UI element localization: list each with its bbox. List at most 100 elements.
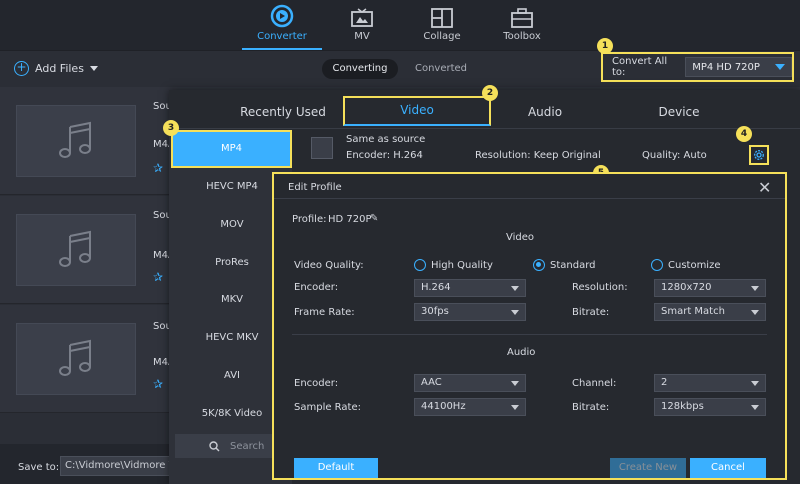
file-thumbnail [16,214,136,286]
tab-device[interactable]: Device [609,98,749,126]
radio-circle [414,259,426,271]
audio-bitrate-select[interactable]: 128kbps [654,398,766,416]
resolution-value: 1280x720 [661,282,712,293]
divider [274,198,785,199]
radio-label: Customize [668,259,721,271]
preset-icon [311,137,333,159]
radio-label: High Quality [431,259,493,271]
tab-mv[interactable]: MV [322,0,402,50]
preset-name: Same as source [346,134,426,145]
convert-all-label: Convert All to: [612,56,668,78]
edit-profile-button[interactable] [749,145,769,165]
chevron-down-icon [751,285,759,291]
radio-circle [533,259,545,271]
preset-quality: Quality: Auto [642,150,707,161]
tab-toolbox-label: Toolbox [503,31,541,42]
badge-2: 2 [482,85,498,101]
channel-value: 2 [661,377,668,388]
search-icon [209,440,220,451]
converting-tab[interactable]: Converting [322,59,398,79]
bitrate-select[interactable]: Smart Match [654,303,766,321]
tab-mv-label: MV [354,31,370,42]
edit-profile-dialog: Edit Profile ✕ Profile: HD 720P ✎ Video … [272,172,787,480]
preset-row[interactable]: Same as source Encoder: H.264 Resolution… [301,130,791,170]
format-item-mp4[interactable]: MP4 [171,130,292,168]
tv-icon [351,8,373,27]
add-files-button[interactable]: + Add Files [14,61,98,76]
sample-rate-value: 44100Hz [421,401,466,412]
tab-converter[interactable]: Converter [242,0,322,50]
audio-encoder-select[interactable]: AAC [414,374,526,392]
profile-value: HD 720P [328,214,372,225]
tab-collage[interactable]: Collage [402,0,482,50]
plus-icon: + [14,61,29,76]
radio-circle [651,259,663,271]
convert-all-control: Convert All to: MP4 HD 720P [601,52,794,82]
bitrate-label: Bitrate: [572,307,610,318]
resolution-select[interactable]: 1280x720 [654,279,766,297]
enhance-icon[interactable]: ✰ [153,377,163,391]
converter-icon [270,4,294,28]
pencil-icon[interactable]: ✎ [370,213,378,224]
audio-heading: Audio [507,347,536,358]
toolbox-icon [511,8,533,28]
tab-recently-used[interactable]: Recently Used [209,98,357,126]
encoder-value: H.264 [421,282,451,293]
enhance-icon[interactable]: ✰ [153,161,163,175]
enhance-icon[interactable]: ✰ [153,270,163,284]
converted-tab[interactable]: Converted [406,59,476,79]
music-note-icon [59,121,91,158]
chevron-down-icon [751,309,759,315]
channel-select[interactable]: 2 [654,374,766,392]
sample-rate-label: Sample Rate: [294,402,361,413]
divider [169,128,800,129]
preset-resolution: Resolution: Keep Original [475,150,601,161]
tab-collage-label: Collage [423,31,461,42]
chevron-down-icon [89,66,98,71]
save-to-label: Save to: [18,462,60,473]
divider [292,334,767,335]
profile-label: Profile: [292,214,327,225]
chevron-down-icon [511,404,519,410]
music-note-icon [59,230,91,267]
file-thumbnail [16,323,136,395]
audio-bitrate-value: 128kbps [661,401,704,412]
create-new-button[interactable]: Create New [610,458,686,478]
cancel-button[interactable]: Cancel [690,458,766,478]
close-icon[interactable]: ✕ [758,178,771,197]
dialog-title: Edit Profile [288,182,342,193]
chevron-down-icon [511,380,519,386]
radio-label: Standard [550,259,596,271]
search-placeholder: Search [230,440,265,452]
chevron-down-icon [751,404,759,410]
gear-icon [754,150,764,160]
video-quality-label: Video Quality: [294,260,364,271]
badge-4: 4 [736,126,752,142]
tab-converter-label: Converter [257,31,307,42]
encoder-select[interactable]: H.264 [414,279,526,297]
radio-standard[interactable]: Standard [533,259,596,271]
video-heading: Video [506,232,535,243]
tab-audio[interactable]: Audio [475,98,615,126]
sample-rate-select[interactable]: 44100Hz [414,398,526,416]
tab-toolbox[interactable]: Toolbox [482,0,562,50]
badge-3: 3 [163,120,179,136]
encoder-label: Encoder: [294,282,339,293]
frame-rate-select[interactable]: 30fps [414,303,526,321]
top-nav: Converter MV Collage Toolbox [0,0,800,50]
convert-all-value: MP4 HD 720P [692,61,760,73]
radio-high-quality[interactable]: High Quality [414,259,493,271]
file-thumbnail [16,105,136,177]
tab-video[interactable]: Video [343,96,491,126]
radio-customize[interactable]: Customize [651,259,721,271]
frame-rate-label: Frame Rate: [294,307,355,318]
default-button[interactable]: Default [294,458,378,478]
audio-bitrate-label: Bitrate: [572,402,610,413]
chevron-down-icon [751,380,759,386]
add-files-label: Add Files [35,62,84,75]
music-note-icon [59,339,91,376]
chevron-down-icon [511,309,519,315]
bitrate-value: Smart Match [661,306,725,317]
badge-1: 1 [597,38,613,54]
convert-all-select[interactable]: MP4 HD 720P [685,57,792,77]
